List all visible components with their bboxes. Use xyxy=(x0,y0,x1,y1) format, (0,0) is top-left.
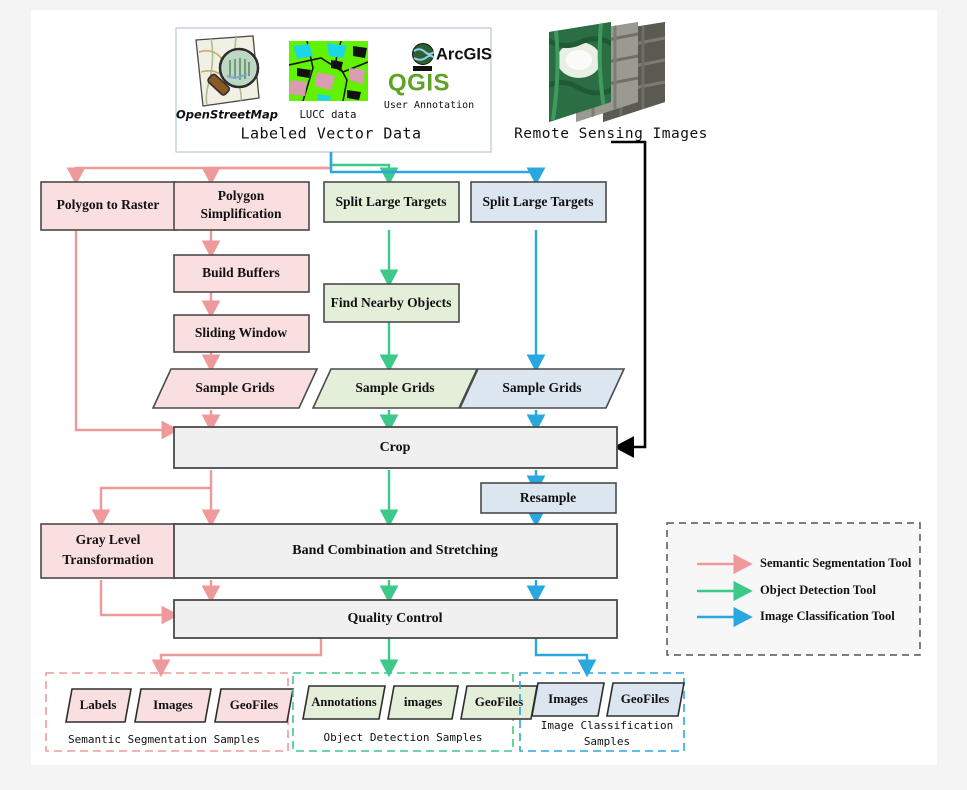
workflow-diagram: OpenStreetMap LUCC data ArcGIS QGIS User… xyxy=(40,22,921,752)
node-polygon-simplification[interactable]: Polygon Simplification xyxy=(173,181,310,231)
svg-text:ArcGIS: ArcGIS xyxy=(436,45,492,63)
labeled-vector-data-caption: Labeled Vector Data xyxy=(240,125,421,143)
user-annotation-label: User Annotation xyxy=(384,100,474,111)
node-label: Sample Grids xyxy=(355,380,434,395)
output-item-label: Images xyxy=(548,691,588,706)
node-polygon-to-raster[interactable]: Polygon to Raster xyxy=(40,181,177,231)
node-label-line1: Gray Level xyxy=(76,532,141,547)
legend-label-semantic: Semantic Segmentation Tool xyxy=(760,556,912,570)
output-group-caption: Object Detection Samples xyxy=(324,731,483,744)
flow-image-classification xyxy=(329,152,597,678)
node-label-line2: Transformation xyxy=(62,552,154,567)
diagram-card: OpenStreetMap LUCC data ArcGIS QGIS User… xyxy=(31,10,937,765)
node-label: Quality Control xyxy=(347,611,442,626)
output-group-semantic-segmentation: Labels Images GeoFiles Semantic Segmenta… xyxy=(45,672,294,752)
flow-remote-sensing-to-crop xyxy=(611,140,647,458)
flow-object-detection xyxy=(329,152,399,678)
legend-label-image-classification: Image Classification Tool xyxy=(760,609,895,623)
output-item-label: images xyxy=(404,694,442,709)
output-item-label: GeoFiles xyxy=(475,694,523,709)
legend-label-object-detection: Object Detection Tool xyxy=(760,583,876,597)
node-build-buffers[interactable]: Build Buffers xyxy=(173,254,310,293)
node-resample[interactable]: Resample xyxy=(480,482,617,514)
node-label: Resample xyxy=(520,490,576,505)
node-sample-grids-pink[interactable]: Sample Grids xyxy=(151,368,319,409)
node-find-nearby-objects[interactable]: Find Nearby Objects xyxy=(323,283,460,323)
lucc-label: LUCC data xyxy=(300,109,357,121)
node-label: Split Large Targets xyxy=(335,194,446,209)
node-sliding-window[interactable]: Sliding Window xyxy=(173,314,310,353)
node-label-line1: Polygon xyxy=(218,188,265,203)
output-group-image-classification: Images GeoFiles Image Classification Sam… xyxy=(519,672,685,752)
output-group-object-detection: Annotations images GeoFiles Object Detec… xyxy=(292,672,538,752)
output-item-label: GeoFiles xyxy=(230,697,278,712)
node-quality-control[interactable]: Quality Control xyxy=(173,599,618,639)
node-label: Band Combination and Stretching xyxy=(292,543,498,558)
output-item-label: Annotations xyxy=(311,695,376,709)
legend: Semantic Segmentation Tool Object Detect… xyxy=(666,522,921,656)
node-band-combination[interactable]: Band Combination and Stretching xyxy=(173,523,618,579)
node-label: Split Large Targets xyxy=(482,194,593,209)
remote-sensing-images-label: Remote Sensing Images xyxy=(514,126,708,142)
node-label: Sample Grids xyxy=(195,380,274,395)
output-group-caption-line2: Samples xyxy=(584,735,630,748)
output-item-label: Labels xyxy=(80,697,117,712)
node-sample-grids-blue[interactable]: Sample Grids xyxy=(458,368,626,409)
output-item-label: GeoFiles xyxy=(621,691,669,706)
node-split-large-targets-blue[interactable]: Split Large Targets xyxy=(470,181,607,223)
node-label: Polygon to Raster xyxy=(57,197,160,212)
map-magnifier-icon xyxy=(195,35,260,107)
node-label: Build Buffers xyxy=(202,265,280,280)
node-label-line2: Simplification xyxy=(200,206,281,221)
output-group-caption-line1: Image Classification xyxy=(541,719,673,732)
satellite-image-stack-icon xyxy=(549,22,665,122)
node-gray-level-transformation[interactable]: Gray Level Transformation xyxy=(40,523,177,579)
labeled-vector-data-box: OpenStreetMap LUCC data ArcGIS QGIS User… xyxy=(175,27,492,153)
node-crop[interactable]: Crop xyxy=(173,426,618,469)
output-item-label: Images xyxy=(153,697,193,712)
node-sample-grids-green[interactable]: Sample Grids xyxy=(311,368,479,409)
landcover-thumbnail-icon xyxy=(289,41,368,101)
node-label: Sample Grids xyxy=(502,380,581,395)
node-label: Sliding Window xyxy=(195,325,287,340)
svg-text:QGIS: QGIS xyxy=(388,69,450,96)
output-group-caption: Semantic Segmentation Samples xyxy=(68,733,260,746)
osm-label: OpenStreetMap xyxy=(176,108,278,122)
node-split-large-targets-green[interactable]: Split Large Targets xyxy=(323,181,460,223)
node-label: Find Nearby Objects xyxy=(331,295,452,310)
node-label: Crop xyxy=(380,440,411,455)
